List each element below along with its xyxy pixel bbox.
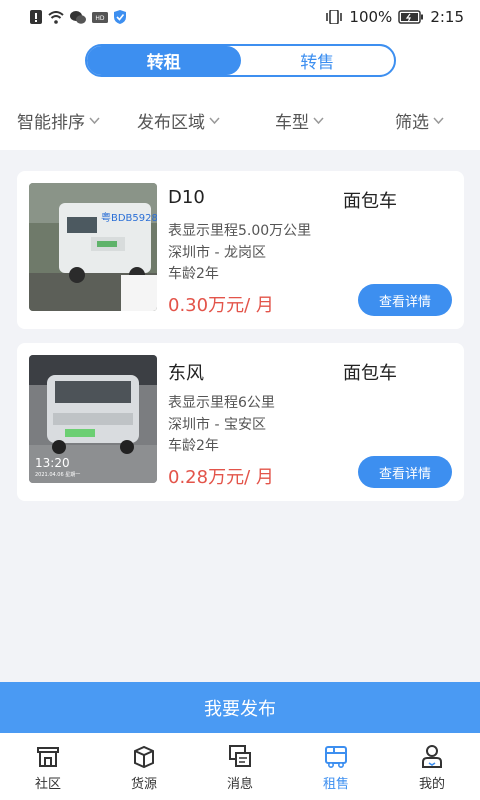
tab-community[interactable]: 社区 [0,733,96,800]
box-icon [134,745,154,769]
listing-mileage: 表显示里程6公里 [168,395,275,411]
tab-label: 货源 [130,777,157,792]
tab-label: 租售 [322,777,349,792]
alert-icon [30,10,42,24]
filter-region[interactable]: 发布区域 [137,108,221,133]
tab-mine[interactable]: 我的 [384,733,480,800]
user-icon [422,745,442,768]
filter-screen[interactable]: 筛选 [395,108,445,133]
filter-smart-sort[interactable]: 智能排序 [17,108,101,133]
status-left: HD [30,10,126,24]
chevron-down-icon [433,116,444,124]
wechat-icon [70,10,86,24]
battery-icon [398,10,424,24]
message-icon [229,745,251,767]
listing-title: D10 [168,187,205,208]
chevron-down-icon [209,116,220,124]
rent-sell-segment: 转租 转售 [85,44,396,77]
listing-vehicle-type: 面包车 [343,191,397,212]
truck-icon [325,746,347,768]
view-details-button[interactable]: 查看详情 [358,456,452,488]
svg-text:13:20: 13:20 [35,456,70,470]
vibrate-icon [325,10,343,24]
status-right: 100% 2:15 [325,8,464,26]
listing-age: 车龄2年 [168,438,219,454]
svg-text:HD: HD [95,15,105,22]
tab-sublet[interactable]: 转租 [87,46,241,75]
store-icon [37,747,59,767]
listing-price: 0.30万元/ 月 [168,295,274,316]
tab-messages[interactable]: 消息 [192,733,288,800]
chevron-down-icon [313,116,324,124]
filter-label: 车型 [275,112,309,133]
tab-cargo[interactable]: 货源 [96,733,192,800]
svg-text:2021.04.06 星期一: 2021.04.06 星期一 [35,472,80,478]
view-details-button[interactable]: 查看详情 [358,284,452,316]
svg-text:粤BDB5928: 粤BDB5928 [101,211,157,224]
listing-vehicle-type: 面包车 [343,363,397,384]
tab-resale[interactable]: 转售 [241,46,395,75]
listing-mileage: 表显示里程5.00万公里 [168,223,312,239]
listing-location: 深圳市 - 宝安区 [168,417,266,433]
battery-percent: 100% [349,8,393,26]
wifi-icon [48,10,64,24]
status-bar: HD 100% 2:15 [0,0,480,34]
filter-vehicle-type[interactable]: 车型 [275,108,325,133]
header-area: 转租 转售 智能排序 发布区域 车型 筛选 [0,34,480,150]
tab-label: 我的 [418,777,445,792]
vehicle-photo: 粤BDB5928 [29,183,157,311]
vehicle-photo: 13:20 2021.04.06 星期一 [29,355,157,483]
tab-label: 社区 [34,777,61,792]
tab-rent-sell[interactable]: 租售 [288,733,384,800]
shield-icon [114,10,126,24]
listing-title: 东风 [168,363,204,384]
publish-button[interactable]: 我要发布 [0,682,480,733]
listing-price: 0.28万元/ 月 [168,467,274,488]
tab-label: 消息 [226,777,253,792]
filter-label: 智能排序 [17,112,85,133]
listing-card[interactable]: 粤BDB5928 D10 面包车 表显示里程5.00万公里 深圳市 - 龙岗区 … [17,171,464,329]
chevron-down-icon [89,116,100,124]
listing-age: 车龄2年 [168,266,219,282]
listing-location: 深圳市 - 龙岗区 [168,245,266,261]
listing-card[interactable]: 13:20 2021.04.06 星期一 东风 面包车 表显示里程6公里 深圳市… [17,343,464,501]
bottom-tab-bar: 社区 货源 消息 租售 我的 [0,733,480,800]
filter-bar: 智能排序 发布区域 车型 筛选 [0,104,480,136]
filter-label: 筛选 [395,112,429,133]
filter-label: 发布区域 [137,112,205,133]
clock: 2:15 [430,8,464,26]
hd-icon: HD [92,11,108,23]
